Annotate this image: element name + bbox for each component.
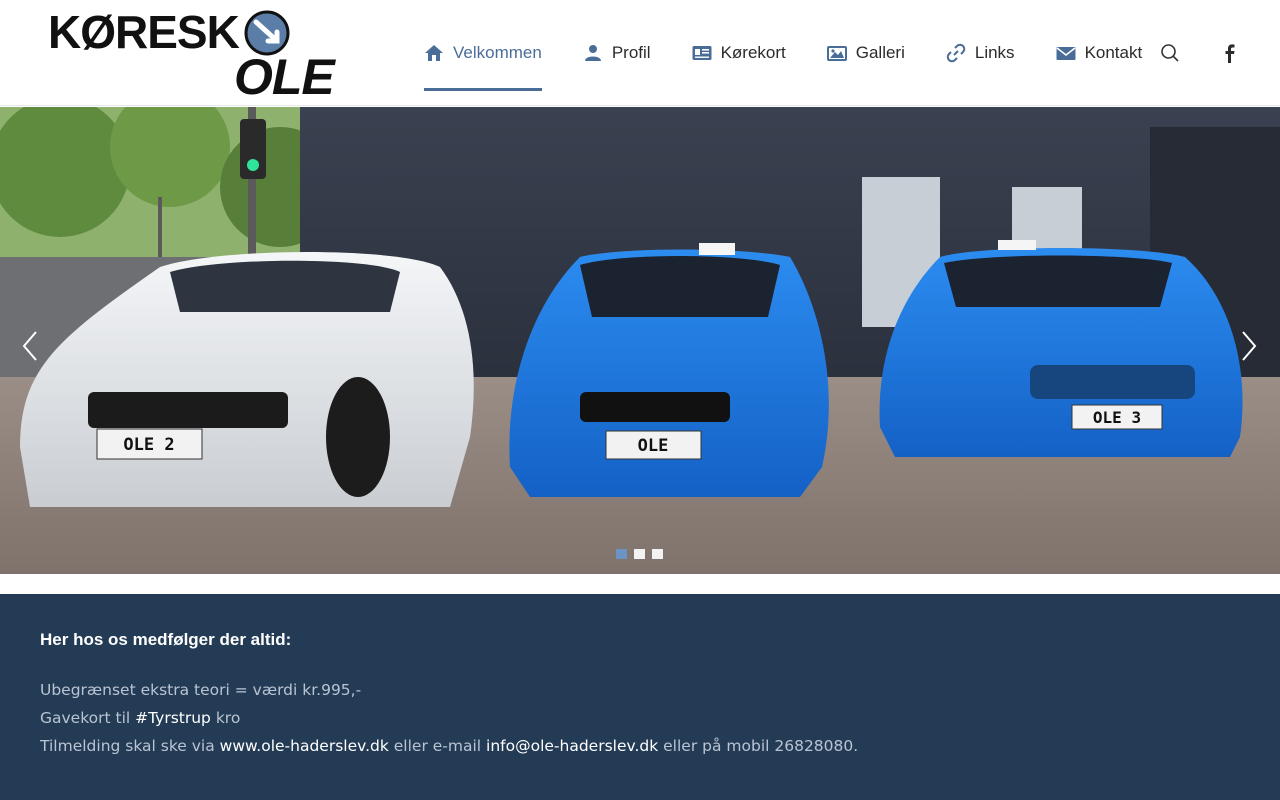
nav-label: Profil <box>611 43 651 62</box>
info-heading: Her hos os medfølger der altid: <box>40 630 292 649</box>
nav-item-links[interactable]: Links <box>946 0 1015 106</box>
site-logo[interactable]: KØRESK OLE <box>48 8 338 102</box>
nav-label: Kontakt <box>1084 43 1143 62</box>
info-text: Ubegrænset ekstra teori = værdi kr.995,- <box>40 681 362 699</box>
info-text: Tilmelding skal ske via <box>40 737 220 755</box>
link-icon <box>946 43 966 63</box>
nav-label: Galleri <box>855 43 905 62</box>
hero-slider: OLE 2 OLE OLE 3 <box>0 107 1280 574</box>
nav-item-profil[interactable]: Profil <box>583 0 651 106</box>
envelope-icon <box>1056 43 1076 63</box>
info-text: eller e-mail <box>388 737 487 755</box>
nav-item-kontakt[interactable]: Kontakt <box>1056 0 1143 106</box>
main-nav: Velkommen Profil Kørekort Galleri Links <box>424 0 1183 106</box>
slider-dot-3[interactable] <box>652 549 663 559</box>
info-text: kro <box>210 709 241 727</box>
slider-dot-2[interactable] <box>634 549 645 559</box>
nav-label: Velkommen <box>453 43 542 62</box>
home-icon <box>424 43 444 63</box>
search-icon[interactable] <box>1160 43 1180 63</box>
nav-item-galleri[interactable]: Galleri <box>826 0 905 106</box>
gallery-icon <box>826 43 847 63</box>
nav-item-velkommen[interactable]: Velkommen <box>424 0 542 106</box>
slide-image: OLE 2 OLE OLE 3 <box>0 107 1280 574</box>
website-link[interactable]: www.ole-haderslev.dk <box>220 737 389 755</box>
info-text: Gavekort til <box>40 709 136 727</box>
user-icon <box>583 43 603 63</box>
nav-label: Links <box>974 43 1015 62</box>
email-link[interactable]: info@ole-haderslev.dk <box>486 737 658 755</box>
slider-pagination <box>616 549 670 559</box>
nav-item-korekort[interactable]: Kørekort <box>692 0 786 106</box>
site-header: KØRESK OLE Velkommen Profil Kørekort Gal… <box>0 0 1280 106</box>
info-line-giftcard: Gavekort til #Tyrstrup kro <box>40 704 1240 732</box>
plate-text-1: OLE 2 <box>123 435 174 455</box>
nav-label: Kørekort <box>720 43 786 62</box>
slider-prev-arrow-icon[interactable] <box>18 329 42 363</box>
facebook-icon[interactable] <box>1222 43 1238 63</box>
plate-text-3: OLE 3 <box>1093 408 1141 427</box>
info-line-theory: Ubegrænset ekstra teori = værdi kr.995,- <box>40 676 1240 704</box>
logo-text-line2: OLE <box>234 49 335 105</box>
logo-text-line1: KØRESK <box>48 6 240 58</box>
info-section: Her hos os medfølger der altid: Ubegræns… <box>0 594 1280 800</box>
slider-dot-1[interactable] <box>616 549 627 559</box>
info-line-signup: Tilmelding skal ske via www.ole-hadersle… <box>40 732 1240 760</box>
slider-next-arrow-icon[interactable] <box>1237 329 1261 363</box>
info-text: eller på mobil 26828080. <box>658 737 859 755</box>
tyrstrup-link[interactable]: #Tyrstrup <box>135 709 211 727</box>
id-card-icon <box>692 43 712 63</box>
plate-text-2: OLE <box>638 436 669 456</box>
